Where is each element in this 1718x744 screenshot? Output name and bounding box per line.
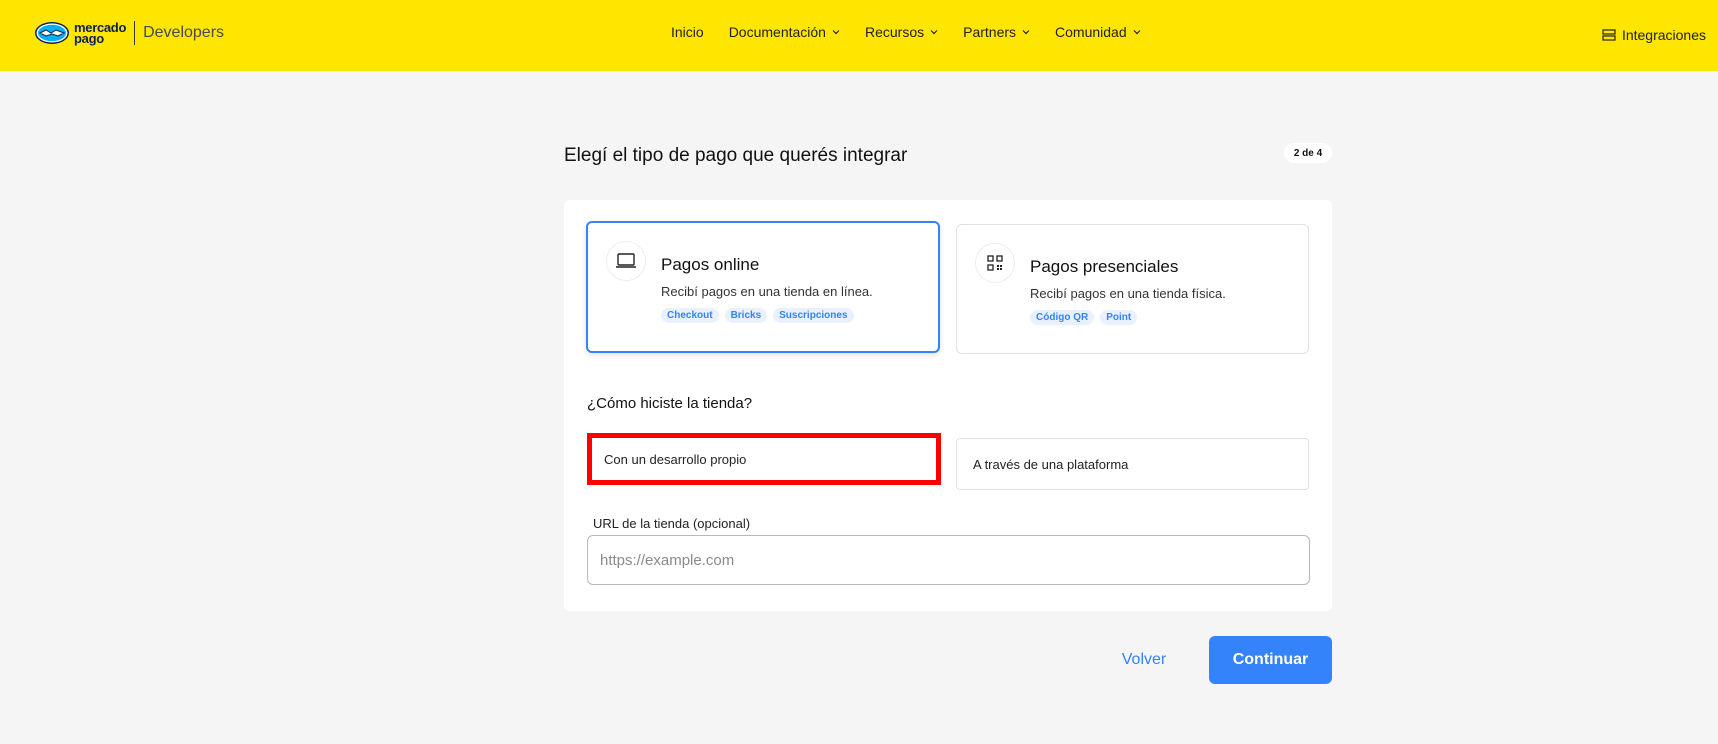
continue-button[interactable]: Continuar	[1209, 636, 1332, 684]
chevron-down-icon	[1133, 30, 1141, 35]
nav-item-partners[interactable]: Partners	[963, 24, 1030, 40]
tag: Suscripciones	[773, 308, 854, 323]
payment-type-description: Recibí pagos en una tienda física.	[1030, 286, 1226, 301]
main-nav: Inicio Documentación Recursos Partners C…	[671, 24, 1166, 40]
payment-type-description: Recibí pagos en una tienda en línea.	[661, 284, 873, 299]
chevron-down-icon	[930, 30, 938, 35]
tag: Checkout	[661, 308, 719, 323]
integrations-label: Integraciones	[1621, 27, 1706, 43]
laptop-icon	[606, 241, 646, 281]
nav-item-inicio[interactable]: Inicio	[671, 24, 704, 40]
payment-type-title: Pagos presenciales	[1030, 257, 1179, 276]
store-url-input[interactable]	[587, 535, 1310, 585]
store-url-label: URL de la tienda (opcional)	[593, 516, 751, 531]
nav-item-documentacion[interactable]: Documentación	[729, 24, 840, 40]
step-badge: 2 de 4	[1284, 143, 1332, 163]
option-own-development[interactable]: Con un desarrollo propio	[587, 433, 941, 485]
handshake-logo-icon	[35, 22, 69, 44]
option-label: Con un desarrollo propio	[604, 451, 747, 467]
nav-label: Recursos	[864, 24, 925, 40]
nav-label: Documentación	[728, 24, 826, 40]
tag: Point	[1100, 310, 1138, 325]
mercado-pago-logo[interactable]: mercado pago Developers	[34, 19, 224, 47]
logo-wordmark: mercado pago	[74, 21, 126, 45]
nav-label: Inicio	[671, 24, 704, 40]
back-button[interactable]: Volver	[1109, 636, 1179, 684]
store-method-question: ¿Cómo hiciste la tienda?	[587, 395, 753, 412]
top-navigation-bar: mercado pago Developers Inicio Documenta…	[0, 0, 1718, 71]
tag: Bricks	[724, 308, 768, 323]
payment-type-tags: Checkout Bricks Suscripciones	[661, 308, 854, 323]
integrations-icon	[1602, 29, 1616, 41]
page-title: Elegí el tipo de pago que querés integra…	[564, 145, 908, 166]
nav-label: Partners	[963, 24, 1017, 40]
chevron-down-icon	[832, 30, 840, 35]
payment-type-title: Pagos online	[661, 255, 760, 274]
payment-type-presencial[interactable]: Pagos presenciales Recibí pagos en una t…	[956, 224, 1309, 354]
logo-section-label: Developers	[143, 24, 225, 41]
integration-form-card: Pagos online Recibí pagos en una tienda …	[564, 200, 1332, 611]
chevron-down-icon	[1022, 30, 1030, 35]
option-label: A través de una plataforma	[973, 456, 1129, 472]
nav-item-recursos[interactable]: Recursos	[865, 24, 938, 40]
logo-divider	[134, 21, 136, 45]
nav-label: Comunidad	[1055, 24, 1127, 40]
option-platform[interactable]: A través de una plataforma	[956, 438, 1309, 490]
payment-type-tags: Código QR Point	[1030, 310, 1138, 325]
nav-item-comunidad[interactable]: Comunidad	[1055, 24, 1141, 40]
tag: Código QR	[1030, 310, 1095, 325]
payment-type-online[interactable]: Pagos online Recibí pagos en una tienda …	[586, 221, 940, 353]
integrations-link[interactable]: Integraciones	[1602, 27, 1706, 43]
qr-code-icon	[975, 243, 1015, 283]
